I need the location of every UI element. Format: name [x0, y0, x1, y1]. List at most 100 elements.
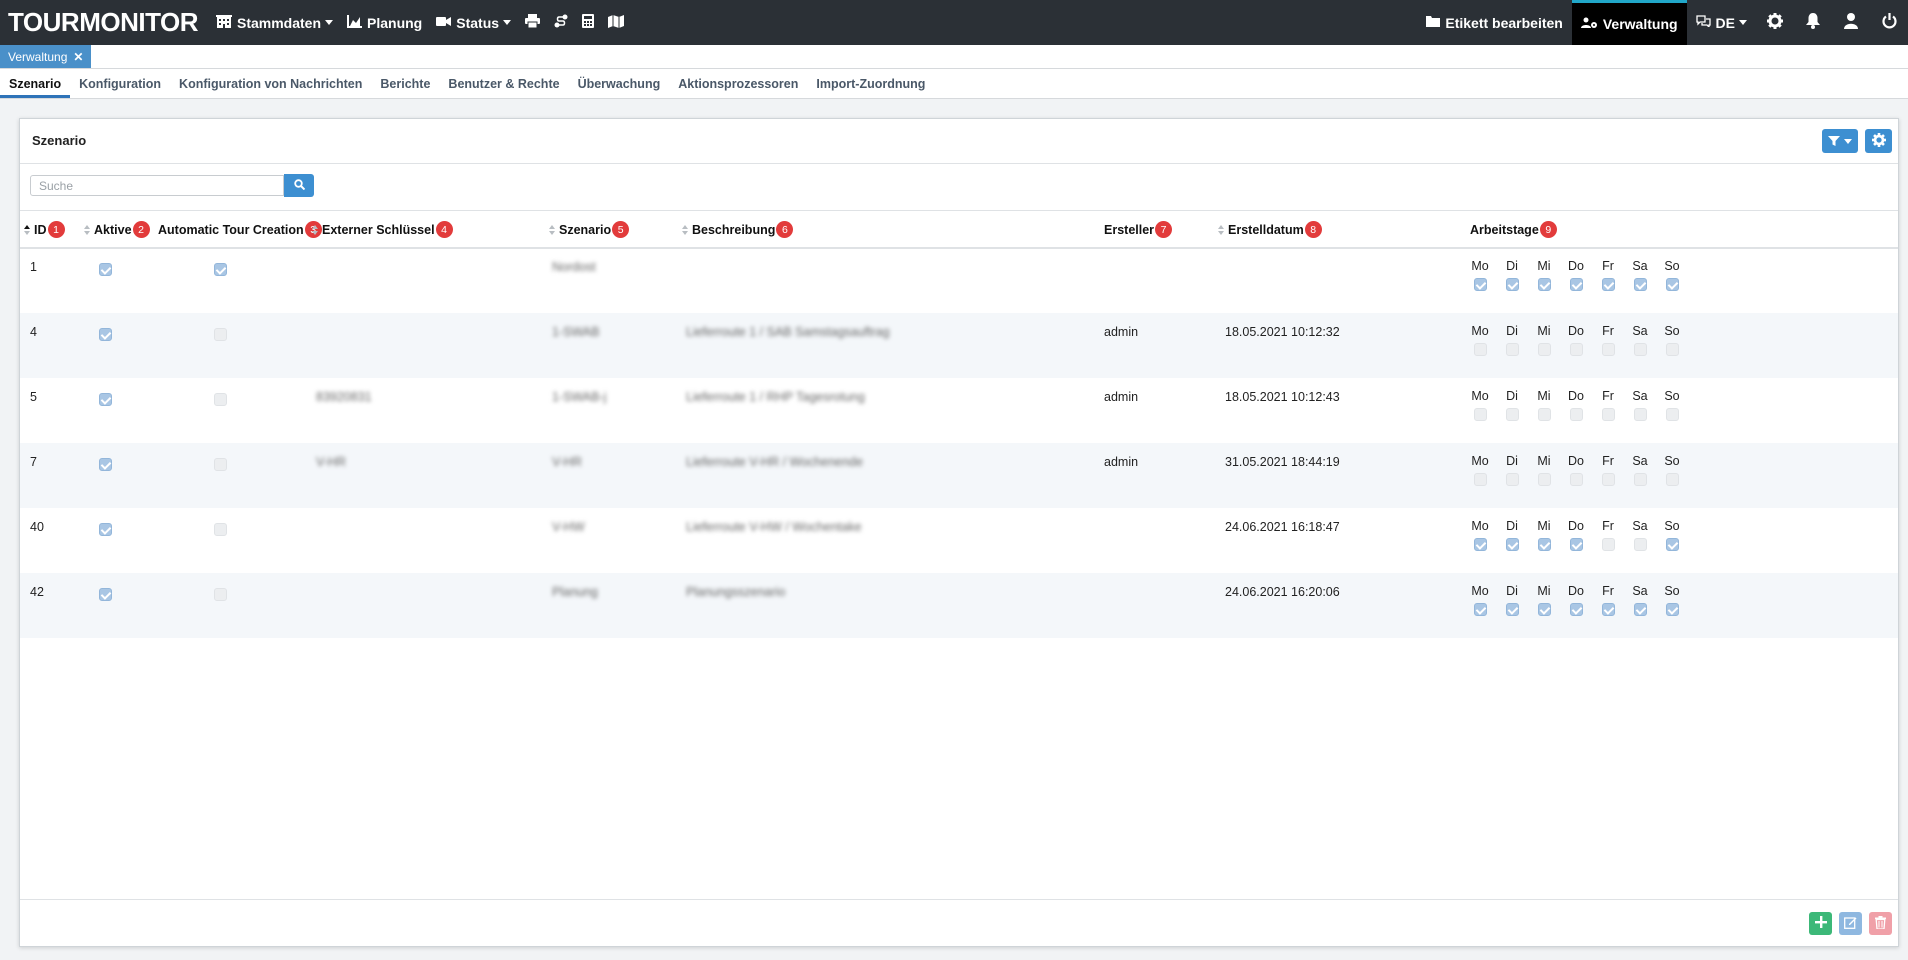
search-button[interactable]: [284, 174, 314, 197]
col-header-id[interactable]: ID 1: [24, 221, 65, 238]
calculator-button[interactable]: [582, 0, 595, 45]
day-checkbox[interactable]: [1602, 473, 1615, 486]
day-checkbox[interactable]: [1634, 278, 1647, 291]
day-checkbox[interactable]: [1506, 278, 1519, 291]
day-checkbox[interactable]: [1602, 603, 1615, 616]
nav-planung[interactable]: Planung: [347, 0, 422, 45]
day-checkbox[interactable]: [1634, 538, 1647, 551]
user-profile-button[interactable]: [1832, 0, 1870, 45]
day-checkbox[interactable]: [1570, 343, 1583, 356]
day-checkbox[interactable]: [1474, 408, 1487, 421]
subnav-ueberwachung[interactable]: Überwachung: [569, 77, 670, 98]
col-header-externer-schluessel[interactable]: Externer Schlüssel 4: [312, 221, 453, 238]
aktive-checkbox[interactable]: [99, 458, 112, 471]
day-checkbox[interactable]: [1570, 603, 1583, 616]
col-header-automatic-tour-creation[interactable]: Automatic Tour Creation 3: [158, 221, 322, 238]
col-header-aktive[interactable]: Aktive 2: [84, 221, 150, 238]
day-checkbox[interactable]: [1634, 408, 1647, 421]
subnav-szenario[interactable]: Szenario: [0, 77, 71, 98]
day-checkbox[interactable]: [1474, 278, 1487, 291]
add-button[interactable]: [1809, 912, 1832, 935]
automatic-tour-creation-checkbox[interactable]: [214, 393, 227, 406]
close-icon[interactable]: ✕: [73, 50, 83, 64]
day-checkbox[interactable]: [1474, 538, 1487, 551]
notifications-button[interactable]: [1794, 0, 1832, 45]
col-header-szenario[interactable]: Szenario 5: [549, 221, 630, 238]
col-header-arbeitstage[interactable]: Arbeitstage 9: [1470, 221, 1557, 238]
automatic-tour-creation-checkbox[interactable]: [214, 328, 227, 341]
table-row[interactable]: 5 83920831 1-SWAB-j Lieferroute 1 / RHP Tag…: [20, 378, 1898, 443]
table-row[interactable]: 1 Nordost Mo Di Mi Do Fr Sa So: [20, 248, 1898, 313]
day-checkbox[interactable]: [1634, 343, 1647, 356]
aktive-checkbox[interactable]: [99, 523, 112, 536]
nav-etikett-bearbeiten[interactable]: Etikett bearbeiten: [1417, 0, 1571, 45]
map-button[interactable]: [608, 0, 625, 45]
filter-button[interactable]: [1822, 129, 1858, 153]
logout-button[interactable]: [1870, 0, 1908, 45]
nav-status[interactable]: Status: [436, 0, 512, 45]
col-header-erstelldatum[interactable]: Erstelldatum 8: [1218, 221, 1322, 238]
subnav-berichte[interactable]: Berichte: [371, 77, 439, 98]
table-row[interactable]: 42 Planung Planungsszenario 24.06.2021 16:2…: [20, 573, 1898, 638]
day-checkbox[interactable]: [1602, 408, 1615, 421]
language-selector[interactable]: DE: [1687, 0, 1756, 45]
app-logo[interactable]: TOURMONITOR: [8, 7, 198, 38]
day-checkbox[interactable]: [1506, 603, 1519, 616]
day-checkbox[interactable]: [1666, 538, 1679, 551]
table-row[interactable]: 7 V-HR V-HR Lieferroute V-HR / Wochenende ad…: [20, 443, 1898, 508]
day-checkbox[interactable]: [1538, 538, 1551, 551]
subnav-import-zuordnung[interactable]: Import-Zuordnung: [807, 77, 934, 98]
automatic-tour-creation-checkbox[interactable]: [214, 523, 227, 536]
day-checkbox[interactable]: [1634, 603, 1647, 616]
day-checkbox[interactable]: [1602, 538, 1615, 551]
table-settings-button[interactable]: [1865, 129, 1892, 153]
day-checkbox[interactable]: [1602, 343, 1615, 356]
day-checkbox[interactable]: [1474, 603, 1487, 616]
tab-verwaltung[interactable]: Verwaltung ✕: [0, 45, 92, 68]
day-checkbox[interactable]: [1538, 603, 1551, 616]
settings-nav-button[interactable]: [1756, 0, 1794, 45]
aktive-checkbox[interactable]: [99, 263, 112, 276]
aktive-checkbox[interactable]: [99, 393, 112, 406]
day-checkbox[interactable]: [1634, 473, 1647, 486]
day-checkbox[interactable]: [1538, 473, 1551, 486]
table-row[interactable]: 4 1-SWAB Lieferroute 1 / SAB Samstagsauftr…: [20, 313, 1898, 378]
day-checkbox[interactable]: [1538, 343, 1551, 356]
automatic-tour-creation-checkbox[interactable]: [214, 458, 227, 471]
day-checkbox[interactable]: [1538, 408, 1551, 421]
day-checkbox[interactable]: [1474, 473, 1487, 486]
subnav-konfiguration[interactable]: Konfiguration: [70, 77, 170, 98]
day-checkbox[interactable]: [1570, 538, 1583, 551]
day-checkbox[interactable]: [1570, 278, 1583, 291]
col-header-beschreibung[interactable]: Beschreibung 6: [682, 221, 794, 238]
day-checkbox[interactable]: [1666, 473, 1679, 486]
day-checkbox[interactable]: [1474, 343, 1487, 356]
delete-button[interactable]: [1869, 912, 1892, 935]
day-checkbox[interactable]: [1666, 278, 1679, 291]
day-checkbox[interactable]: [1506, 538, 1519, 551]
subnav-konfiguration-nachrichten[interactable]: Konfiguration von Nachrichten: [170, 77, 371, 98]
edit-button[interactable]: [1839, 912, 1862, 935]
subnav-aktionsprozessoren[interactable]: Aktionsprozessoren: [669, 77, 807, 98]
day-checkbox[interactable]: [1570, 408, 1583, 421]
day-checkbox[interactable]: [1506, 343, 1519, 356]
day-checkbox[interactable]: [1666, 603, 1679, 616]
table-row[interactable]: 40 V-HW Lieferroute V-HW / Wochentake 24.06…: [20, 508, 1898, 573]
search-input[interactable]: [30, 175, 284, 196]
day-checkbox[interactable]: [1506, 408, 1519, 421]
automatic-tour-creation-checkbox[interactable]: [214, 588, 227, 601]
aktive-checkbox[interactable]: [99, 328, 112, 341]
day-checkbox[interactable]: [1666, 343, 1679, 356]
route-button[interactable]: [554, 0, 568, 45]
day-checkbox[interactable]: [1538, 278, 1551, 291]
aktive-checkbox[interactable]: [99, 588, 112, 601]
day-checkbox[interactable]: [1570, 473, 1583, 486]
nav-stammdaten[interactable]: Stammdaten: [215, 0, 334, 45]
subnav-benutzer-rechte[interactable]: Benutzer & Rechte: [439, 77, 568, 98]
day-checkbox[interactable]: [1602, 278, 1615, 291]
nav-verwaltung[interactable]: Verwaltung: [1571, 0, 1687, 45]
day-checkbox[interactable]: [1666, 408, 1679, 421]
print-button[interactable]: [525, 0, 541, 45]
day-checkbox[interactable]: [1506, 473, 1519, 486]
automatic-tour-creation-checkbox[interactable]: [214, 263, 227, 276]
